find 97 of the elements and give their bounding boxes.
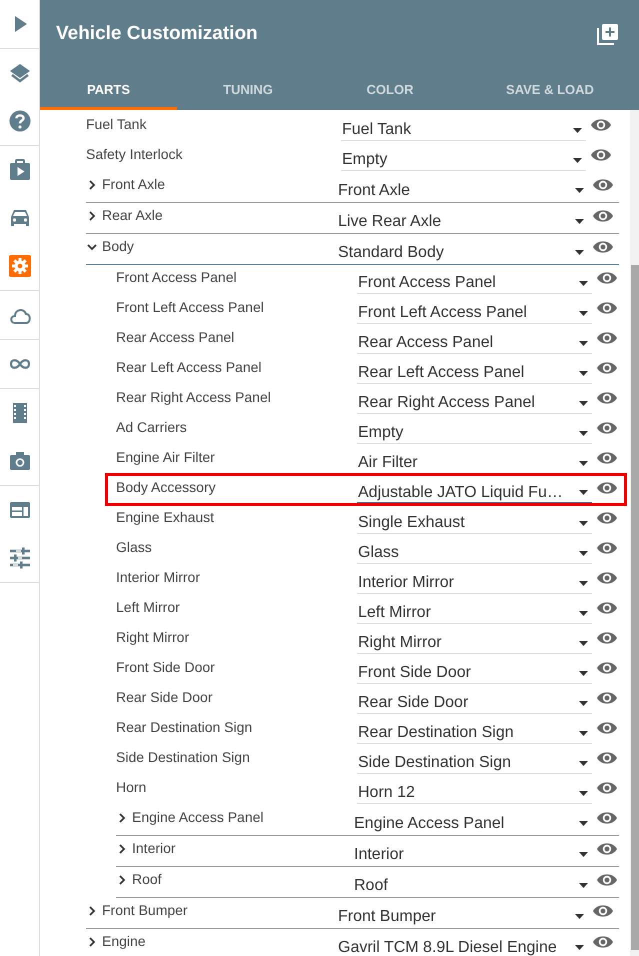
caret-icon: [575, 914, 584, 919]
caret-icon: [575, 219, 584, 224]
caret-icon: [575, 945, 584, 950]
caret-icon: [579, 340, 588, 346]
part-select[interactable]: Air Filter: [357, 448, 592, 474]
part-select[interactable]: Left Mirror: [357, 598, 592, 624]
part-select[interactable]: Live Rear Axle: [337, 206, 588, 232]
caret-icon: [575, 250, 584, 255]
caret-icon: [579, 460, 588, 466]
part-select[interactable]: Rear Destination Sign: [357, 718, 592, 744]
part-select[interactable]: Gavril TCM 8.9L Diesel Engine: [337, 932, 588, 956]
camera-icon[interactable]: [8, 450, 30, 472]
part-select[interactable]: Engine Access Panel: [353, 808, 592, 834]
caret-icon: [579, 520, 588, 526]
part-select[interactable]: Rear Side Door: [357, 688, 592, 714]
caret-icon: [579, 610, 588, 616]
caret-icon: [579, 670, 588, 676]
part-select[interactable]: Empty: [341, 145, 586, 171]
caret-icon: [579, 370, 588, 376]
caret-icon: [573, 158, 582, 162]
help-icon[interactable]: [8, 110, 30, 132]
part-select[interactable]: Single Exhaust: [357, 508, 592, 534]
part-select[interactable]: Side Destination Sign: [357, 748, 592, 774]
caret-icon: [579, 700, 588, 706]
caret-icon: [573, 128, 582, 132]
part-select[interactable]: Front Axle: [337, 175, 588, 201]
car-icon[interactable]: [8, 207, 30, 229]
caret-icon: [579, 550, 588, 556]
sliders-icon[interactable]: [8, 547, 30, 569]
caret-icon: [579, 280, 588, 286]
part-label: Front Axle: [102, 175, 166, 192]
part-label: Engine Air Filter: [116, 448, 215, 465]
part-label: Horn: [116, 778, 146, 795]
part-select[interactable]: Front Access Panel: [357, 268, 592, 294]
part-label: Rear Left Access Panel: [116, 358, 262, 375]
part-label: Rear Axle: [102, 206, 163, 223]
part-select[interactable]: Interior Mirror: [357, 568, 592, 594]
part-label: Engine: [102, 932, 146, 949]
caret-icon: [579, 400, 588, 406]
part-select[interactable]: Rear Right Access Panel: [357, 388, 592, 414]
caret-icon: [579, 490, 588, 495]
part-label: Rear Right Access Panel: [116, 388, 271, 405]
part-label: Roof: [132, 870, 162, 887]
tab[interactable]: PARTS: [40, 68, 177, 110]
part-select[interactable]: Front Left Access Panel: [357, 298, 592, 324]
scrollbar-thumb[interactable]: [631, 265, 639, 950]
part-label: Front Left Access Panel: [116, 298, 264, 315]
caret-icon: [579, 640, 588, 646]
part-label: Front Bumper: [102, 901, 188, 918]
add-library-icon[interactable]: [597, 23, 619, 45]
part-label: Rear Destination Sign: [116, 718, 252, 735]
scrollbar[interactable]: [630, 110, 639, 956]
part-select[interactable]: Adjustable JATO Liquid Fu…: [357, 478, 592, 504]
caret-icon: [579, 790, 588, 796]
part-select[interactable]: Interior: [353, 839, 592, 865]
part-label: Rear Side Door: [116, 688, 212, 705]
part-label: Front Side Door: [116, 658, 215, 675]
part-label: Ad Carriers: [116, 418, 187, 435]
part-label: Body: [102, 237, 134, 254]
part-select[interactable]: Front Bumper: [337, 901, 588, 927]
part-select[interactable]: Front Side Door: [357, 658, 592, 684]
part-label: Fuel Tank: [86, 115, 146, 132]
window-title: Vehicle Customization: [56, 23, 258, 45]
part-label: Right Mirror: [116, 628, 190, 645]
caret-icon: [575, 188, 584, 193]
part-select[interactable]: Rear Left Access Panel: [357, 358, 592, 384]
part-label: Rear Access Panel: [116, 328, 234, 345]
part-label: Interior Mirror: [116, 568, 200, 585]
caret-icon: [579, 730, 588, 736]
caret-icon: [579, 430, 588, 436]
caret-icon: [579, 580, 588, 586]
caret-icon: [579, 883, 588, 888]
caret-icon: [579, 821, 588, 826]
part-label: Left Mirror: [116, 598, 180, 615]
part-label: Engine Exhaust: [116, 508, 214, 525]
part-select[interactable]: Fuel Tank: [341, 115, 586, 141]
window-icon[interactable]: [8, 499, 30, 521]
part-label: Interior: [132, 839, 176, 856]
part-select[interactable]: Horn 12: [357, 778, 592, 804]
part-label: Engine Access Panel: [132, 808, 264, 825]
part-select[interactable]: Right Mirror: [357, 628, 592, 654]
part-label: Front Access Panel: [116, 268, 237, 285]
part-select[interactable]: Standard Body: [337, 237, 588, 263]
layers-icon[interactable]: [8, 62, 30, 84]
briefcase-icon[interactable]: [8, 159, 30, 181]
caret-icon: [579, 852, 588, 857]
part-label: Body Accessory: [116, 478, 216, 495]
part-select[interactable]: Rear Access Panel: [357, 328, 592, 354]
part-select[interactable]: Empty: [357, 418, 592, 444]
part-select[interactable]: Roof: [353, 870, 592, 896]
settings-icon[interactable]: [8, 255, 30, 277]
caret-icon: [579, 310, 588, 316]
part-label: Glass: [116, 538, 152, 555]
part-label: Side Destination Sign: [116, 748, 250, 765]
caret-icon: [579, 760, 588, 766]
part-label: Safety Interlock: [86, 145, 182, 162]
part-select[interactable]: Glass: [357, 538, 592, 564]
